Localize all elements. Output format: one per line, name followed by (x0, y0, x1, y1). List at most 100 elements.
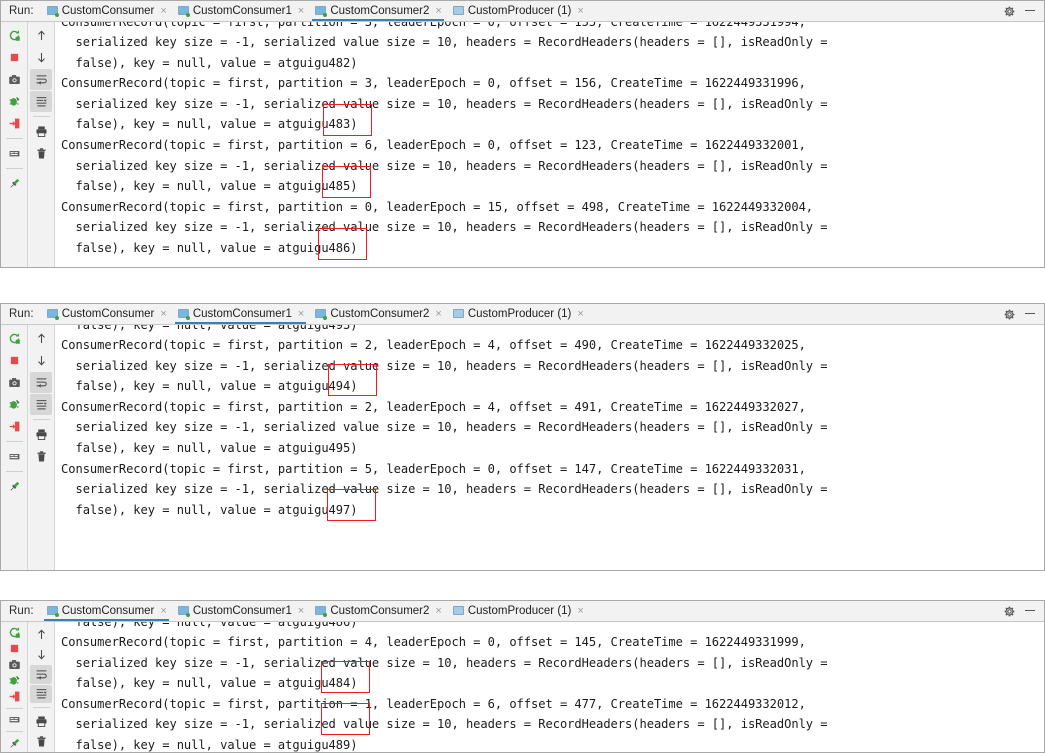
arrow-down-icon[interactable] (30, 350, 52, 371)
print-icon[interactable] (30, 712, 52, 731)
console-line: false), key = null, value = atguigu482) (61, 55, 358, 70)
console-output-3[interactable]: false), key = null, value = atguigu486) … (55, 622, 1044, 752)
close-icon[interactable]: × (435, 5, 441, 17)
tab-customproducer[interactable]: CustomProducer (1) × (447, 601, 589, 621)
console-line: ConsumerRecord(topic = first, partition … (61, 199, 814, 214)
console-line: ConsumerRecord(topic = first, partition … (61, 137, 806, 152)
arrow-down-icon[interactable] (30, 645, 52, 664)
minimize-icon[interactable] (1025, 610, 1035, 611)
run-panel-3: Run: CustomConsumer × CustomConsumer1 × … (0, 600, 1045, 753)
tab-label: CustomConsumer (61, 605, 155, 617)
arrow-up-icon[interactable] (30, 625, 52, 644)
rerun-icon[interactable] (3, 625, 25, 640)
console-line: false), key = null, value = atguigu497) (61, 502, 358, 517)
soft-wrap-icon[interactable] (30, 372, 52, 393)
run-config-icon (46, 309, 59, 320)
close-icon[interactable]: × (160, 5, 166, 17)
scroll-to-end-icon[interactable] (30, 91, 52, 112)
arrow-up-icon[interactable] (30, 328, 52, 349)
run-config-icon (177, 606, 190, 617)
soft-wrap-icon[interactable] (30, 664, 52, 684)
console-line: serialized key size = -1, serialized val… (61, 220, 828, 235)
toolbar-divider (32, 707, 50, 709)
tabbar-controls (1003, 601, 1044, 621)
console-line: false), key = null, value = atguigu484) (61, 676, 358, 691)
export-icon[interactable] (3, 416, 25, 437)
camera-icon[interactable] (3, 372, 25, 393)
console-line: ConsumerRecord(topic = first, partition … (61, 338, 806, 352)
camera-icon[interactable] (3, 657, 25, 672)
close-icon[interactable]: × (435, 308, 441, 320)
pin-icon[interactable] (3, 736, 25, 751)
soft-wrap-icon[interactable] (30, 69, 52, 90)
minimize-icon[interactable] (1025, 313, 1035, 314)
tab-customproducer[interactable]: CustomProducer (1) × (447, 304, 589, 324)
print-icon[interactable] (30, 424, 52, 445)
tab-label: CustomConsumer (61, 308, 155, 320)
arrow-up-icon[interactable] (30, 25, 52, 46)
console-output-2[interactable]: false), key = null, value = atguigu493) … (55, 325, 1044, 570)
clipped-line: false), key = null, value = atguigu493) (61, 325, 358, 332)
close-icon[interactable]: × (298, 605, 304, 617)
console-line: false), key = null, value = atguigu483) (61, 117, 358, 132)
debug-icon[interactable] (3, 91, 25, 112)
rerun-icon[interactable] (3, 25, 25, 46)
close-icon[interactable]: × (577, 605, 583, 617)
console-line: ConsumerRecord(topic = first, partition … (61, 696, 806, 711)
tab-customproducer[interactable]: CustomProducer (1) × (447, 1, 589, 21)
close-icon[interactable]: × (577, 308, 583, 320)
close-icon[interactable]: × (298, 5, 304, 17)
stop-icon[interactable] (3, 641, 25, 656)
gear-icon[interactable] (1003, 308, 1016, 321)
tab-customconsumer[interactable]: CustomConsumer × (41, 304, 172, 324)
scroll-to-end-icon[interactable] (30, 394, 52, 415)
debug-icon[interactable] (3, 394, 25, 415)
console-line: ConsumerRecord(topic = first, partition … (61, 635, 806, 649)
layout-icon[interactable] (3, 712, 25, 727)
trash-icon[interactable] (30, 446, 52, 467)
tab-customconsumer2[interactable]: CustomConsumer2 × (309, 304, 447, 324)
print-icon[interactable] (30, 121, 52, 142)
run-tabbar-1: Run: CustomConsumer × CustomConsumer1 × … (1, 1, 1044, 22)
tab-customconsumer1[interactable]: CustomConsumer1 × (172, 304, 310, 324)
scroll-to-end-icon[interactable] (30, 684, 52, 704)
export-icon[interactable] (3, 689, 25, 704)
trash-icon[interactable] (30, 732, 52, 751)
close-icon[interactable]: × (160, 605, 166, 617)
rerun-icon[interactable] (3, 328, 25, 349)
gear-icon[interactable] (1003, 605, 1016, 618)
stop-icon[interactable] (3, 350, 25, 371)
camera-icon[interactable] (3, 69, 25, 90)
close-icon[interactable]: × (435, 605, 441, 617)
layout-icon[interactable] (3, 446, 25, 467)
pin-icon[interactable] (3, 173, 25, 194)
run-panel-1: Run: CustomConsumer × CustomConsumer1 × … (0, 0, 1045, 268)
minimize-icon[interactable] (1025, 10, 1035, 11)
gear-icon[interactable] (1003, 5, 1016, 18)
tab-customconsumer1[interactable]: CustomConsumer1 × (172, 601, 310, 621)
run-panel-2: Run: CustomConsumer × CustomConsumer1 × … (0, 303, 1045, 571)
run-toolbar-secondary (28, 22, 55, 267)
run-config-icon (177, 6, 190, 17)
close-icon[interactable]: × (160, 308, 166, 320)
export-icon[interactable] (3, 113, 25, 134)
layout-icon[interactable] (3, 143, 25, 164)
arrow-down-icon[interactable] (30, 47, 52, 68)
pin-icon[interactable] (3, 476, 25, 497)
tab-label: CustomConsumer2 (330, 308, 430, 320)
tab-customconsumer[interactable]: CustomConsumer × (41, 1, 172, 21)
console-line: false), key = null, value = atguigu485) (61, 179, 358, 194)
close-icon[interactable]: × (298, 308, 304, 320)
console-output-1[interactable]: ConsumerRecord(topic = first, partition … (55, 22, 1044, 267)
close-icon[interactable]: × (577, 5, 583, 17)
run-toolbar-primary (1, 22, 28, 267)
trash-icon[interactable] (30, 143, 52, 164)
stop-icon[interactable] (3, 47, 25, 68)
tab-customconsumer1[interactable]: CustomConsumer1 × (172, 1, 310, 21)
tab-customconsumer2[interactable]: CustomConsumer2 × (309, 601, 447, 621)
debug-icon[interactable] (3, 673, 25, 688)
console-line: ConsumerRecord(topic = first, partition … (61, 399, 806, 414)
tab-customconsumer2[interactable]: CustomConsumer2 × (309, 1, 447, 21)
console-line: serialized key size = -1, serialized val… (61, 482, 828, 497)
tab-customconsumer[interactable]: CustomConsumer × (41, 601, 172, 621)
